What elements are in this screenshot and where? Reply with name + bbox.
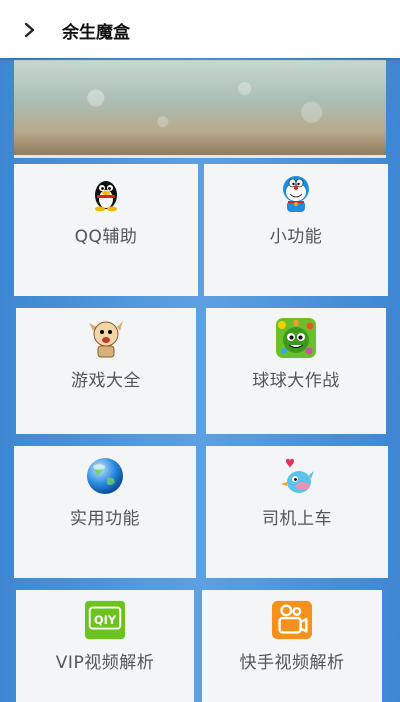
qq-penguin-icon — [95, 181, 117, 212]
tile-label: QQ辅助 — [74, 227, 138, 247]
back-button[interactable] — [18, 18, 42, 42]
tile-label: 小功能 — [269, 227, 323, 247]
ball-battle-game-icon — [276, 318, 316, 358]
doraemon-icon — [283, 176, 309, 212]
app-header: 余生魔盒 — [0, 0, 400, 58]
tile-ball-battle[interactable]: 球球大作战 — [206, 308, 386, 434]
kuaishou-camera-icon — [271, 600, 313, 640]
tile-small-functions[interactable]: 小功能 — [204, 164, 388, 296]
iqiyi-icon-text: QIY — [94, 613, 117, 627]
chevron-right-icon — [24, 22, 35, 38]
bird-heart-icon — [281, 458, 314, 493]
tile-qq-helper[interactable]: QQ辅助 — [14, 164, 198, 296]
tile-label: 快手视频解析 — [239, 653, 345, 673]
globe-icon — [87, 458, 123, 494]
iqiyi-icon: QIY — [84, 600, 126, 640]
tile-label: 游戏大全 — [71, 371, 141, 391]
tile-label: 司机上车 — [262, 509, 332, 529]
cartoon-character-icon — [89, 321, 123, 358]
tile-vip-video[interactable]: QIY VIP视频解析 — [16, 590, 194, 702]
tile-utilities[interactable]: 实用功能 — [14, 446, 196, 578]
tile-label: 实用功能 — [70, 509, 140, 529]
main-content: QQ辅助 小功能 游戏大全 球球大作战 实用功能 司机上车 QIY VIP视频解… — [0, 58, 400, 702]
tile-label: 球球大作战 — [252, 371, 340, 391]
tile-kuaishou-video[interactable]: 快手视频解析 — [202, 590, 382, 702]
tile-games[interactable]: 游戏大全 — [16, 308, 196, 434]
banner-image — [14, 60, 386, 158]
tile-driver-board[interactable]: 司机上车 — [206, 446, 388, 578]
tile-label: VIP视频解析 — [55, 653, 155, 673]
page-title: 余生魔盒 — [62, 23, 130, 43]
